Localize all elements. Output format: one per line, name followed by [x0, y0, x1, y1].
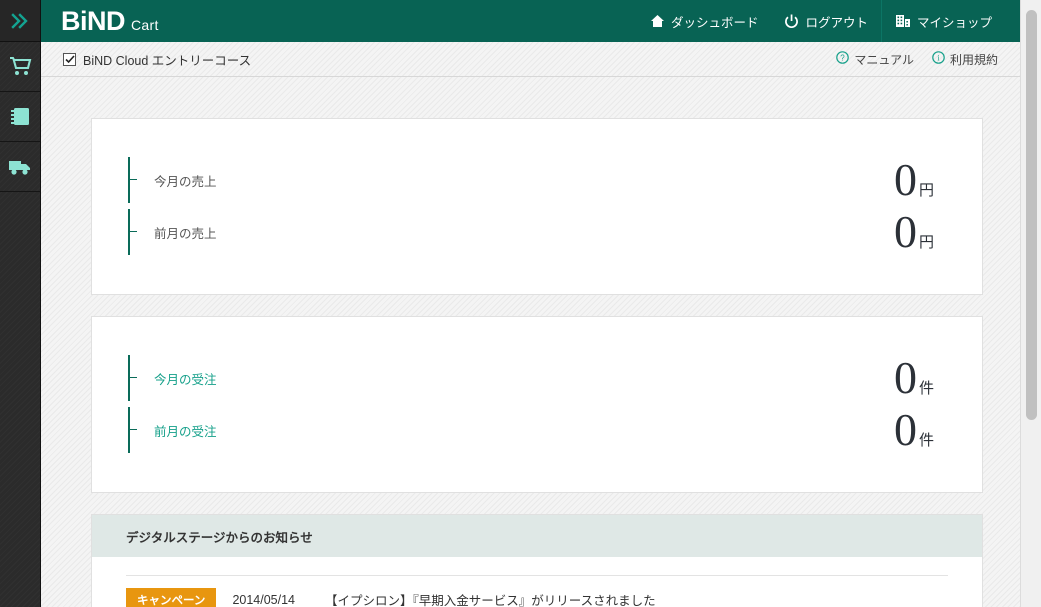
brand-name: BiND [61, 5, 126, 36]
question-circle-icon: ? [836, 51, 850, 67]
nav-dashboard[interactable]: ダッシュボード [637, 0, 772, 42]
terms-link-label: 利用規約 [949, 52, 998, 67]
nav-dashboard-label: ダッシュボード [670, 15, 759, 30]
stat-value: 0 件 [894, 407, 934, 453]
orders-summary-card: 今月の受注 0 件 前月の受注 0 件 [91, 316, 983, 493]
course-label: BiND Cloud エントリーコース [83, 53, 252, 68]
power-icon [784, 14, 799, 29]
page-scrollbar[interactable] [1020, 0, 1041, 607]
news-list: キャンペーン 2014/05/14 【イプシロン】『早期入金サービス』がリリース… [92, 575, 982, 607]
stat-row-sales-last-month: 前月の売上 0 円 [92, 206, 982, 258]
brand-logo[interactable]: BiND Cart [61, 5, 159, 36]
stat-label: 前月の売上 [154, 226, 217, 241]
stat-label[interactable]: 前月の受注 [154, 421, 217, 440]
stat-number: 0 [893, 352, 917, 403]
nav-logout[interactable]: ログアウト [771, 0, 881, 42]
sub-header-links: ? マニュアル i 利用規約 [836, 51, 998, 68]
stat-row-orders-this-month: 今月の受注 0 件 [92, 352, 982, 404]
accent-bar [128, 154, 150, 206]
checkmark-icon [64, 54, 75, 63]
nav-logout-label: ログアウト [805, 15, 868, 30]
course-indicator: BiND Cloud エントリーコース [63, 50, 251, 69]
stat-label: 今月の売上 [154, 174, 217, 189]
stat-label[interactable]: 今月の受注 [154, 369, 217, 388]
stat-row-sales-this-month: 今月の売上 0 円 [92, 154, 982, 206]
shopping-cart-icon [9, 56, 32, 77]
sub-header-bar: BiND Cloud エントリーコース ? マニュアル i 利用規約 [41, 42, 1020, 77]
stat-value: 0 円 [894, 209, 934, 255]
top-header-bar: BiND Cart ダッシュボード ログアウト マイショップ [41, 0, 1020, 42]
nav-myshop[interactable]: マイショップ [880, 0, 1020, 42]
top-navigation: ダッシュボード ログアウト マイショップ [637, 0, 1020, 42]
brand-suffix: Cart [131, 16, 159, 33]
stat-value: 0 円 [894, 157, 934, 203]
accent-bar [128, 404, 150, 456]
manual-link[interactable]: ? マニュアル [836, 51, 914, 68]
sidebar-item-cart[interactable] [0, 42, 40, 92]
chevron-double-right-icon [10, 12, 30, 29]
sales-summary-card: 今月の売上 0 円 前月の売上 0 円 [91, 118, 983, 295]
news-badge: キャンペーン [126, 587, 217, 607]
stat-unit: 件 [918, 432, 934, 449]
news-date: 2014/05/14 [232, 592, 295, 607]
terms-link[interactable]: i 利用規約 [932, 51, 998, 68]
accent-bar [128, 352, 150, 404]
course-checkbox[interactable] [63, 52, 76, 66]
stat-unit: 円 [918, 234, 934, 251]
manual-link-label: マニュアル [854, 52, 914, 67]
sidebar-item-delivery[interactable] [0, 142, 40, 192]
delivery-truck-icon [8, 157, 32, 176]
stat-value: 0 件 [894, 355, 934, 401]
svg-text:i: i [937, 53, 940, 62]
stat-unit: 円 [918, 182, 934, 199]
news-card: デジタルステージからのお知らせ キャンペーン 2014/05/14 【イプシロン… [91, 514, 983, 607]
nav-myshop-label: マイショップ [916, 15, 992, 30]
sales-rows: 今月の売上 0 円 前月の売上 0 円 [92, 119, 982, 258]
info-circle-icon: i [932, 51, 945, 67]
news-title: 【イプシロン】『早期入金サービス』がリリースされました [325, 594, 656, 607]
orders-rows: 今月の受注 0 件 前月の受注 0 件 [92, 317, 982, 456]
notebook-icon [10, 106, 31, 127]
main-content-area: 今月の売上 0 円 前月の売上 0 円 今月の受注 0 件 前月の受注 0 件 … [41, 77, 1020, 607]
left-sidebar [0, 0, 41, 607]
building-icon [895, 14, 911, 28]
svg-text:?: ? [841, 53, 846, 62]
sidebar-item-notebook[interactable] [0, 92, 40, 142]
stat-number: 0 [893, 206, 917, 257]
stat-unit: 件 [918, 380, 934, 397]
accent-bar [128, 206, 150, 258]
home-icon [650, 14, 665, 28]
stat-number: 0 [893, 404, 917, 455]
news-item[interactable]: キャンペーン 2014/05/14 【イプシロン】『早期入金サービス』がリリース… [126, 575, 948, 607]
scrollbar-thumb[interactable] [1026, 10, 1037, 420]
stat-row-orders-last-month: 前月の受注 0 件 [92, 404, 982, 456]
news-heading: デジタルステージからのお知らせ [92, 515, 982, 557]
sidebar-expand-toggle[interactable] [0, 0, 40, 42]
stat-number: 0 [893, 154, 917, 205]
